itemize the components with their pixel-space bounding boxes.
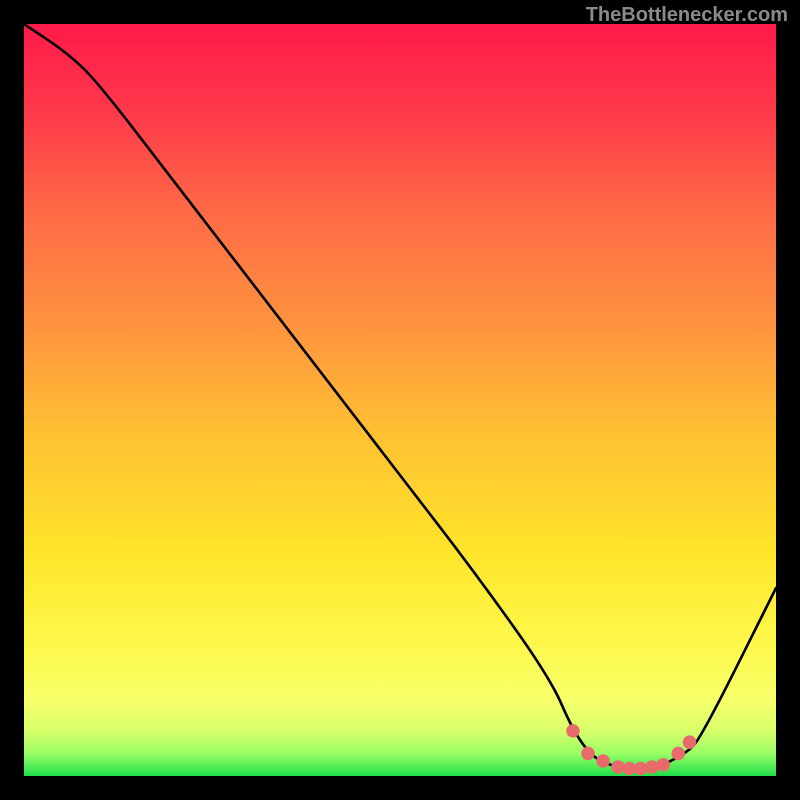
highlight-dot (671, 747, 685, 761)
highlight-dot (645, 760, 659, 774)
chart-lines (24, 24, 776, 776)
highlight-dot (566, 724, 580, 738)
chart-container: TheBottlenecker.com (0, 0, 800, 800)
plot-area (24, 24, 776, 776)
highlight-dot (656, 758, 670, 772)
highlight-dot (596, 754, 610, 768)
highlight-dots (566, 724, 696, 775)
watermark-text: TheBottlenecker.com (586, 4, 788, 27)
highlight-dot (683, 735, 697, 749)
highlight-dot (581, 747, 595, 761)
main-curve (24, 24, 776, 768)
